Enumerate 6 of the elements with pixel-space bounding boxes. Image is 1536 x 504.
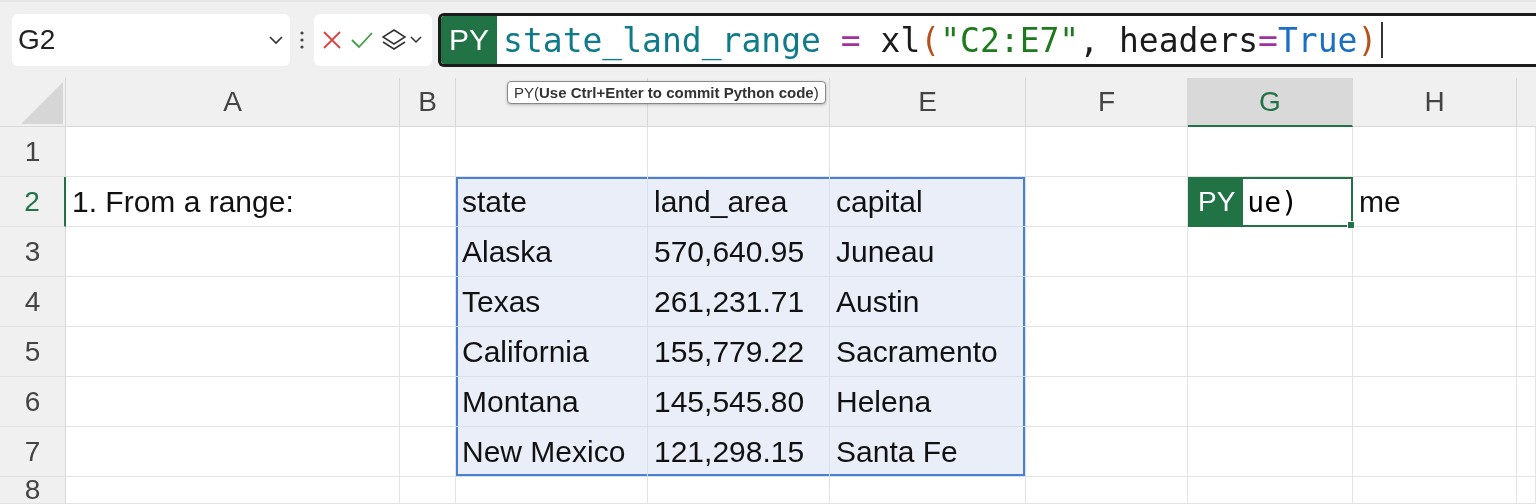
tooltip: PY(Use Ctrl+Enter to commit Python code) [507, 81, 826, 104]
cell-reference: G2 [18, 24, 56, 56]
python-badge: PY [1190, 179, 1244, 225]
python-badge: PY [441, 16, 498, 64]
formula-text: state_land_range = xl("C2:E7", headers=True) [497, 16, 1384, 64]
cell-text: ue) [1246, 184, 1298, 221]
